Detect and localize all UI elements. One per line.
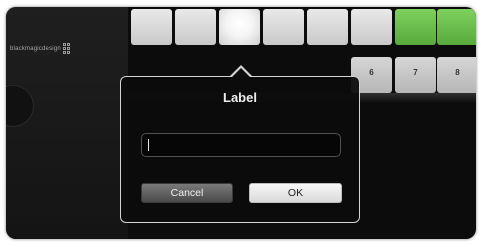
left-panel: blackmagicdesign <box>6 7 128 239</box>
grid-button-r1c8[interactable] <box>437 9 476 45</box>
grid-button-r1c6[interactable] <box>351 9 392 45</box>
ok-button[interactable]: OK <box>249 183 342 203</box>
grid-button-r1c4[interactable] <box>263 9 304 45</box>
brand-logo: blackmagicdesign <box>10 43 70 54</box>
text-caret <box>148 139 149 152</box>
label-input[interactable] <box>141 133 341 157</box>
round-control <box>6 85 34 127</box>
device-screen: blackmagicdesign 6 7 8 Label Cancel OK <box>6 7 476 239</box>
label-dialog: Label Cancel OK <box>120 76 360 223</box>
grid-button-r1c2[interactable] <box>175 9 216 45</box>
grid-button-7[interactable]: 7 <box>395 57 436 93</box>
grid-button-r1c5[interactable] <box>307 9 348 45</box>
dialog-title: Label <box>223 90 257 105</box>
grid-button-r1c3[interactable] <box>219 9 260 45</box>
dialog-pointer-inner <box>232 68 250 77</box>
grid-button-number: 6 <box>369 68 374 77</box>
grid-button-8[interactable]: 8 <box>437 57 476 93</box>
grid-button-r1c7[interactable] <box>395 9 436 45</box>
cancel-button[interactable]: Cancel <box>141 183 233 203</box>
grid-button-number: 8 <box>455 68 460 77</box>
brand-mark-icon <box>62 43 70 54</box>
brand-text: blackmagicdesign <box>10 45 61 52</box>
grid-button-number: 7 <box>413 68 418 77</box>
grid-button-r1c1[interactable] <box>131 9 172 45</box>
